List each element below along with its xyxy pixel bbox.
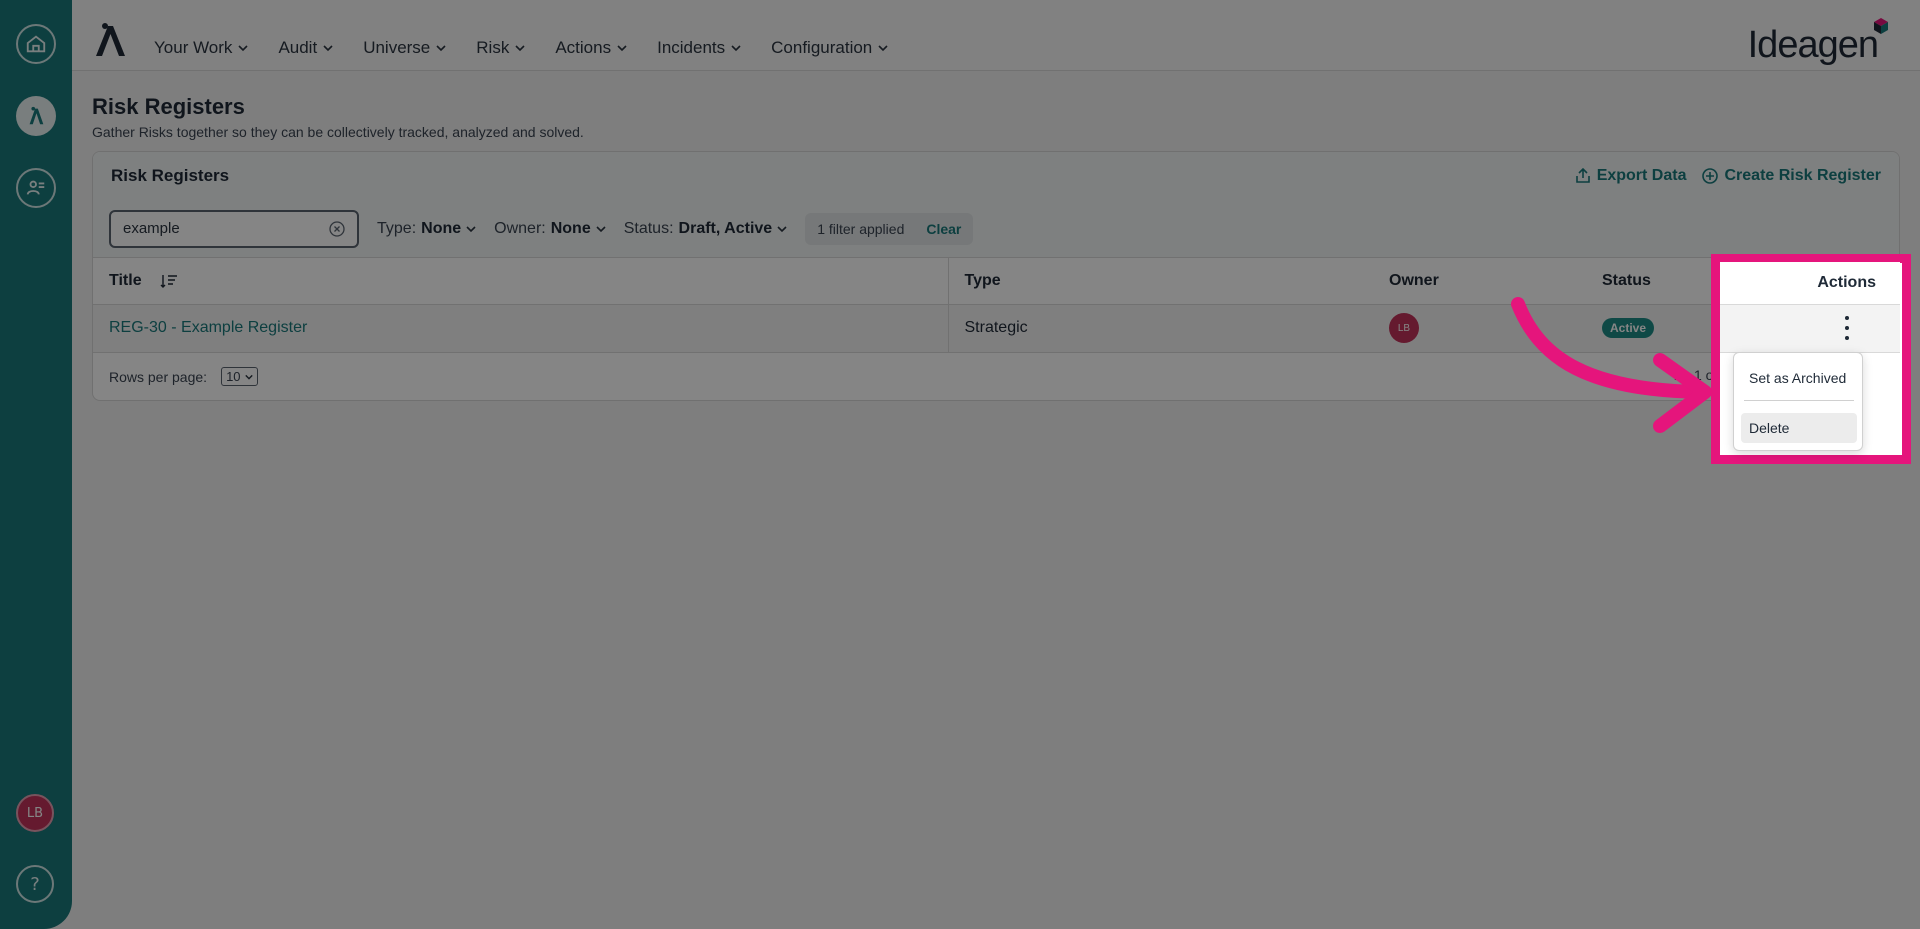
delete-menu-item[interactable]: Delete bbox=[1741, 413, 1857, 443]
actions-column-header: Actions bbox=[1720, 262, 1900, 305]
dim-overlay bbox=[0, 0, 1920, 929]
annotation-arrow-icon bbox=[1511, 297, 1712, 433]
menu-divider bbox=[1744, 400, 1854, 401]
actions-cell bbox=[1720, 305, 1900, 353]
set-as-archived-menu-item[interactable]: Set as Archived bbox=[1741, 363, 1857, 393]
row-actions-menu: Set as Archived Delete bbox=[1733, 352, 1863, 451]
row-actions-kebab-icon[interactable] bbox=[1840, 316, 1854, 340]
